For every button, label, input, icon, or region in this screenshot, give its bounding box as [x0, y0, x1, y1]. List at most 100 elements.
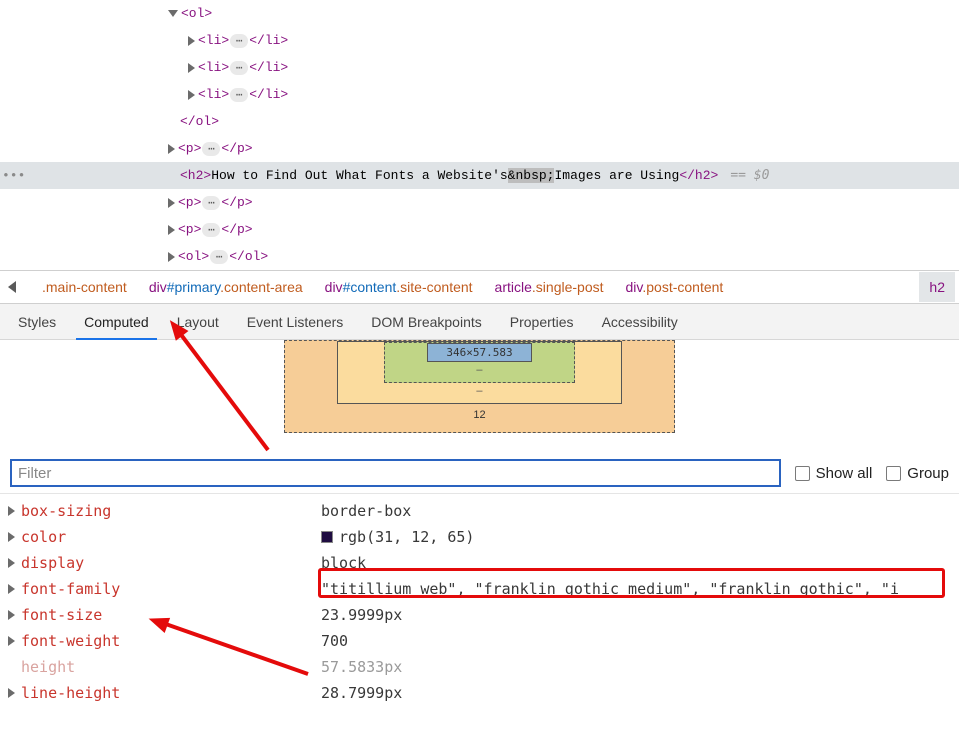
dom-tree-row[interactable]: <p>⋯</p>: [0, 216, 959, 243]
computed-property-value: 57.5833px: [321, 658, 959, 676]
box-model-diagram[interactable]: 346×57.583 – – 12: [0, 340, 959, 453]
tab-styles[interactable]: Styles: [4, 304, 70, 340]
computed-property-name: height: [21, 658, 321, 676]
box-model-content-size: 346×57.583: [427, 343, 531, 362]
computed-property-row[interactable]: displayblock: [0, 550, 959, 576]
computed-property-row[interactable]: height57.5833px: [0, 654, 959, 680]
crumb-class: .content-area: [220, 279, 303, 295]
html-tag: </p>: [221, 222, 252, 237]
tab-event-listeners[interactable]: Event Listeners: [233, 304, 358, 340]
breadcrumb-item[interactable]: div#primary.content-area: [149, 279, 303, 295]
computed-property-row[interactable]: font-family"titillium web", "franklin go…: [0, 576, 959, 602]
computed-property-name: font-size: [21, 606, 321, 624]
disclosure-triangle-icon[interactable]: [8, 688, 15, 698]
box-model-border-dash: –: [384, 383, 574, 399]
breadcrumb-back-icon[interactable]: [8, 281, 16, 293]
show-all-checkbox[interactable]: Show all: [795, 465, 873, 482]
html-tag: <p>: [178, 195, 201, 210]
crumb-id: #primary: [167, 279, 220, 295]
dom-tree-row[interactable]: •••<h2>How to Find Out What Fonts a Webs…: [0, 162, 959, 189]
filter-input[interactable]: [10, 459, 781, 487]
tab-layout[interactable]: Layout: [163, 304, 233, 340]
disclosure-triangle-icon[interactable]: [168, 198, 175, 208]
breadcrumb-item[interactable]: article.single-post: [495, 279, 604, 295]
html-tag: </h2>: [679, 168, 718, 183]
disclosure-triangle-icon[interactable]: [8, 584, 15, 594]
disclosure-triangle-icon[interactable]: [168, 144, 175, 154]
group-label: Group: [907, 465, 949, 482]
tab-accessibility[interactable]: Accessibility: [588, 304, 692, 340]
styles-panel-tabs: StylesComputedLayoutEvent ListenersDOM B…: [0, 304, 959, 340]
computed-property-value: 28.7999px: [321, 684, 959, 702]
crumb-class: .site-content: [396, 279, 472, 295]
disclosure-triangle-icon[interactable]: [8, 532, 15, 542]
breadcrumb-item[interactable]: .main-content: [42, 279, 127, 295]
tab-properties[interactable]: Properties: [496, 304, 588, 340]
html-tag: <p>: [178, 222, 201, 237]
computed-filter-row: Show all Group: [0, 453, 959, 494]
box-model-padding-dash: –: [427, 362, 531, 378]
breadcrumb-item[interactable]: div.post-content: [626, 279, 724, 295]
dom-tree-row[interactable]: </ol>: [0, 108, 959, 135]
computed-property-row[interactable]: colorrgb(31, 12, 65): [0, 524, 959, 550]
computed-property-row[interactable]: font-weight700: [0, 628, 959, 654]
text-node: Images are Using: [554, 168, 679, 183]
ellipsis-icon[interactable]: ⋯: [210, 250, 228, 264]
crumb-element: div: [626, 279, 643, 295]
dom-tree-row[interactable]: <ol>: [0, 0, 959, 27]
disclosure-triangle-icon[interactable]: [168, 225, 175, 235]
dom-tree-row[interactable]: <li>⋯</li>: [0, 81, 959, 108]
computed-properties-list[interactable]: box-sizingborder-boxcolorrgb(31, 12, 65)…: [0, 494, 959, 706]
breadcrumb-item[interactable]: h2: [919, 272, 955, 302]
disclosure-triangle-icon[interactable]: [8, 610, 15, 620]
dom-tree-row[interactable]: <p>⋯</p>: [0, 135, 959, 162]
nbsp-entity: &nbsp;: [508, 168, 555, 183]
html-tag: </li>: [249, 60, 288, 75]
color-swatch-icon: [321, 531, 333, 543]
html-tag: </ol>: [229, 249, 268, 264]
html-tag: </li>: [249, 33, 288, 48]
ellipsis-icon[interactable]: ⋯: [230, 34, 248, 48]
disclosure-triangle-icon[interactable]: [8, 558, 15, 568]
ellipsis-icon[interactable]: ⋯: [202, 196, 220, 210]
disclosure-triangle-icon[interactable]: [168, 10, 178, 17]
disclosure-triangle-icon[interactable]: [188, 90, 195, 100]
computed-property-row[interactable]: box-sizingborder-box: [0, 498, 959, 524]
computed-property-row[interactable]: font-size23.9999px: [0, 602, 959, 628]
breadcrumb-item[interactable]: div#content.site-content: [325, 279, 473, 295]
computed-property-value: rgb(31, 12, 65): [321, 528, 959, 546]
ellipsis-icon[interactable]: ⋯: [202, 223, 220, 237]
computed-property-name: color: [21, 528, 321, 546]
disclosure-triangle-icon[interactable]: [8, 506, 15, 516]
computed-property-name: font-family: [21, 580, 321, 598]
dom-tree-row[interactable]: <li>⋯</li>: [0, 27, 959, 54]
ellipsis-icon[interactable]: ⋯: [202, 142, 220, 156]
crumb-element: div: [149, 279, 167, 295]
crumb-class: .single-post: [532, 279, 604, 295]
computed-property-name: box-sizing: [21, 502, 321, 520]
ellipsis-icon[interactable]: ⋯: [230, 88, 248, 102]
dom-tree-panel[interactable]: <ol><li>⋯</li><li>⋯</li><li>⋯</li></ol><…: [0, 0, 959, 270]
dom-tree-row[interactable]: <li>⋯</li>: [0, 54, 959, 81]
show-all-label: Show all: [816, 465, 873, 482]
html-tag: </li>: [249, 87, 288, 102]
tab-computed[interactable]: Computed: [70, 304, 163, 340]
checkbox-icon: [886, 466, 901, 481]
ellipsis-icon[interactable]: ⋯: [230, 61, 248, 75]
crumb-class: .main-content: [42, 279, 127, 295]
computed-property-value: block: [321, 554, 959, 572]
disclosure-triangle-icon[interactable]: [188, 63, 195, 73]
disclosure-triangle-icon[interactable]: [8, 636, 15, 646]
dom-tree-row[interactable]: <p>⋯</p>: [0, 189, 959, 216]
computed-property-value: 700: [321, 632, 959, 650]
dom-tree-row[interactable]: <ol>⋯</ol>: [0, 243, 959, 270]
html-tag: <li>: [198, 60, 229, 75]
html-tag: <ol>: [181, 6, 212, 21]
breadcrumb-bar: .main-contentdiv#primary.content-areadiv…: [0, 270, 959, 304]
tab-dom-breakpoints[interactable]: DOM Breakpoints: [357, 304, 495, 340]
disclosure-triangle-icon[interactable]: [188, 36, 195, 46]
disclosure-triangle-icon[interactable]: [168, 252, 175, 262]
text-node: How to Find Out What Fonts a Website's: [211, 168, 507, 183]
group-checkbox[interactable]: Group: [886, 465, 949, 482]
computed-property-row[interactable]: line-height28.7999px: [0, 680, 959, 706]
